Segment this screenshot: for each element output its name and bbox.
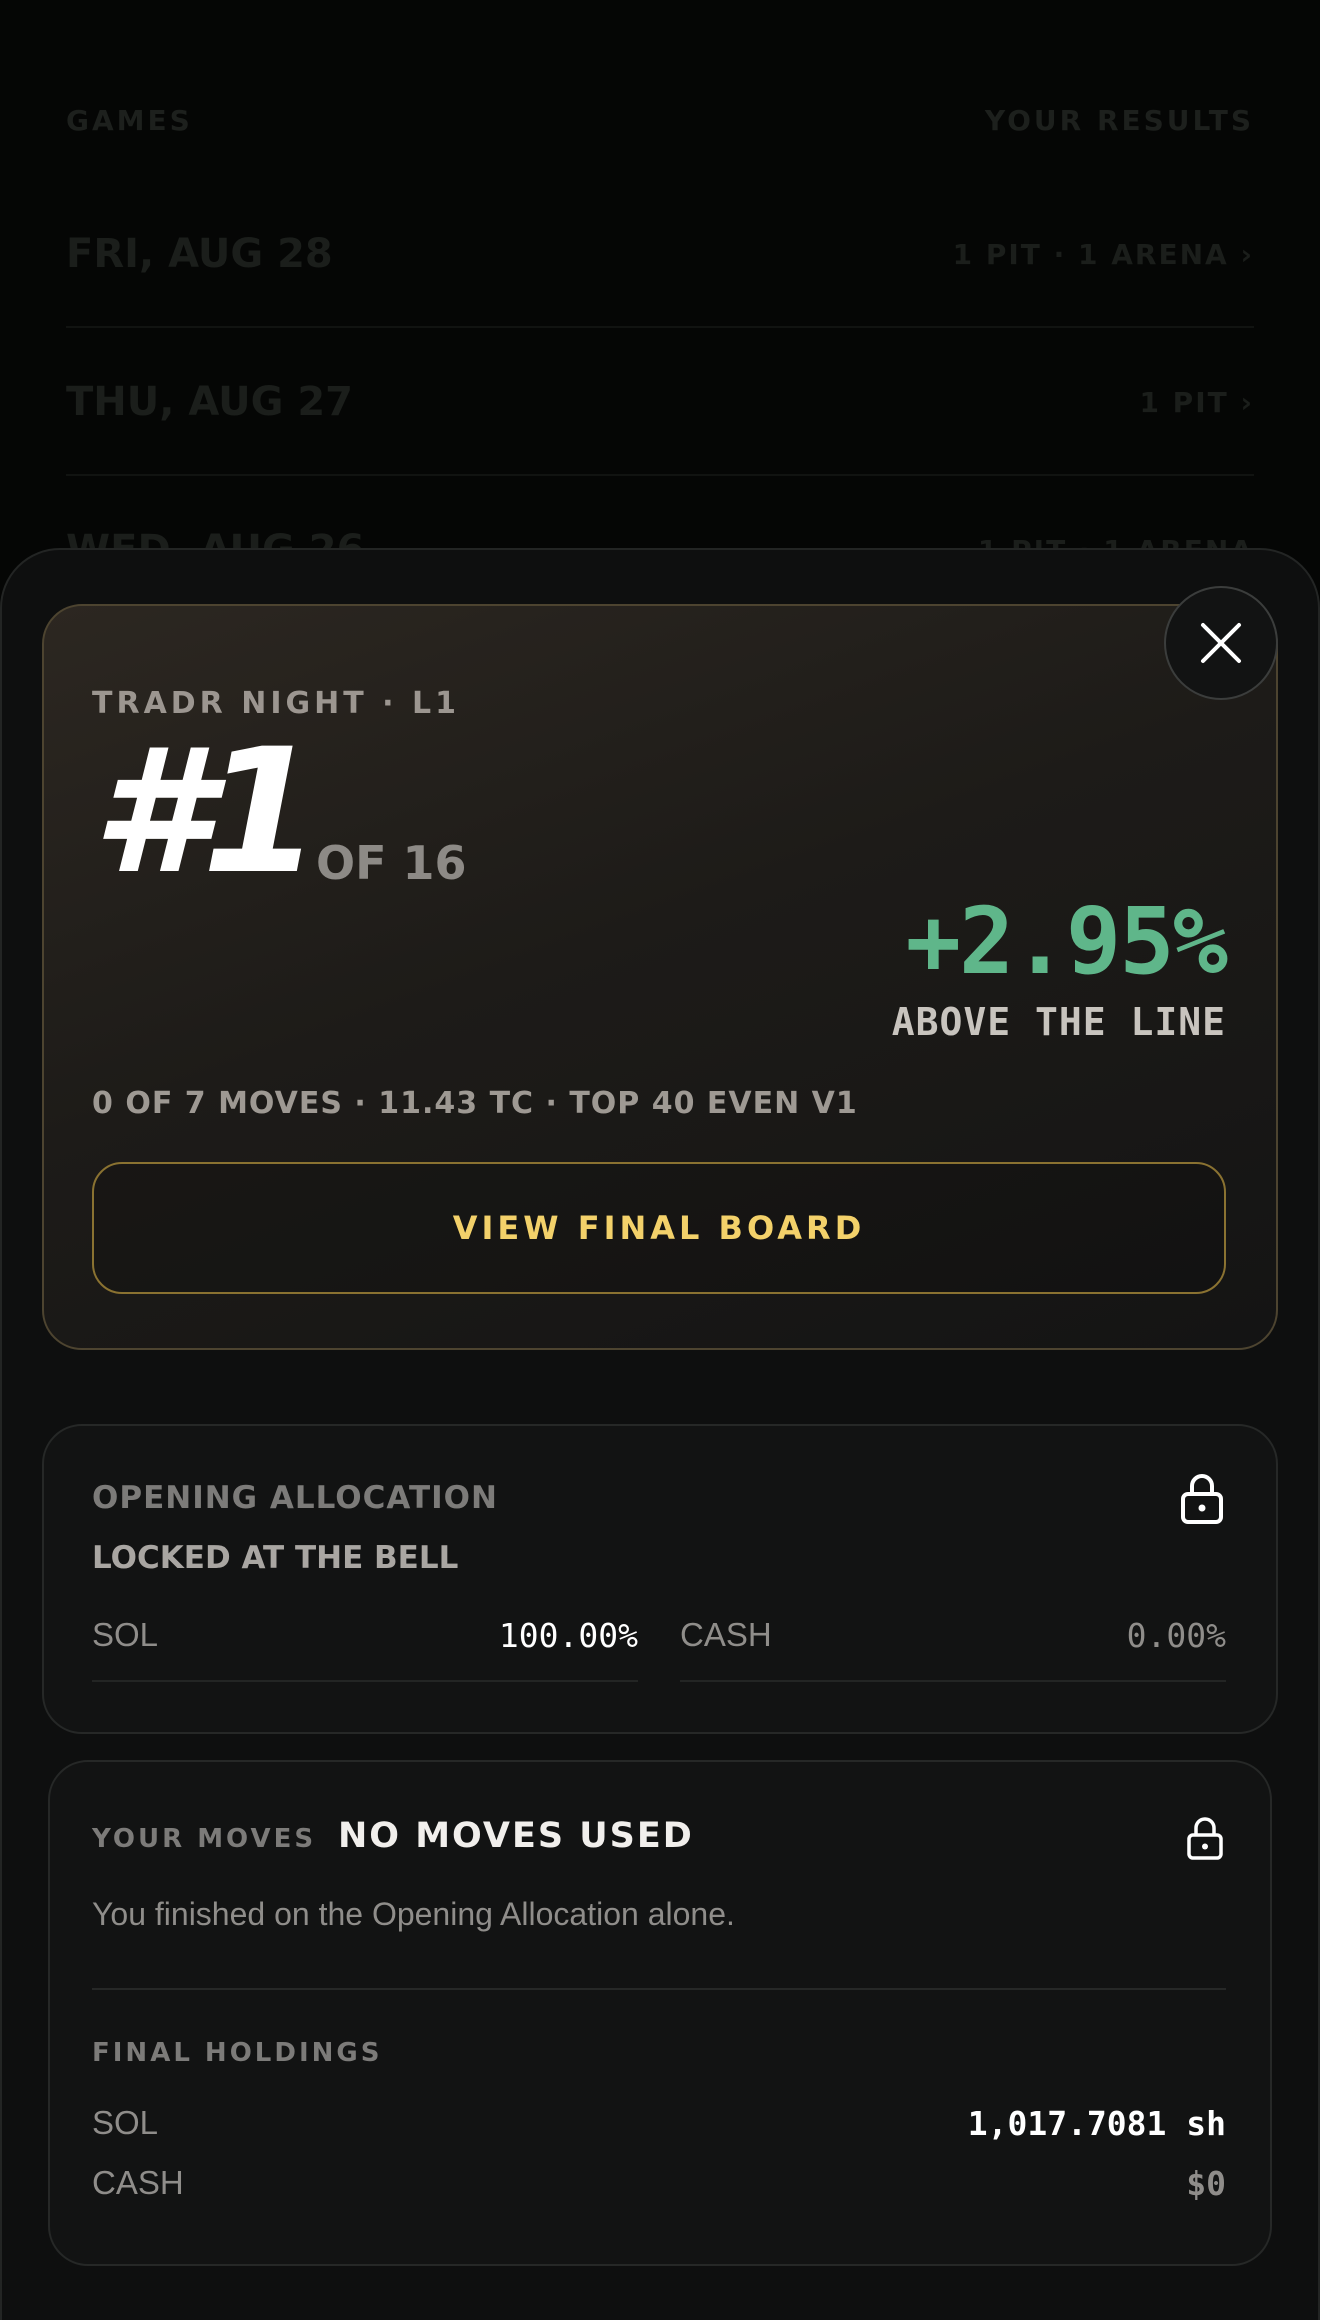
- percent-result: +2.95%: [905, 888, 1228, 995]
- allocation-item-sol: SOL 100.00%: [92, 1616, 638, 1682]
- games-list-header: GAMES YOUR RESULTS: [66, 104, 1254, 137]
- holding-label: CASH: [92, 2164, 184, 2201]
- allocation-title: OPENING ALLOCATION: [92, 1480, 498, 1516]
- holding-value: 1,017.7081 sh: [967, 2104, 1226, 2143]
- rank-total: OF 16: [316, 836, 467, 890]
- game-date: FRI, AUG 28: [66, 231, 333, 277]
- allocation-value: 100.00%: [498, 1616, 638, 1655]
- final-holdings-title: FINAL HOLDINGS: [92, 2038, 383, 2068]
- holding-row-sol: SOL 1,017.7081 sh: [92, 2104, 1226, 2143]
- view-final-board-button[interactable]: VIEW FINAL BOARD: [92, 1162, 1226, 1294]
- allocation-subtitle: LOCKED AT THE BELL: [92, 1540, 459, 1576]
- game-date: THU, AUG 27: [66, 379, 353, 425]
- your-moves-label: YOUR MOVES: [92, 1824, 317, 1854]
- moves-description: You finished on the Opening Allocation a…: [92, 1896, 735, 1932]
- game-meta: 1 PIT ›: [1139, 385, 1254, 419]
- lock-icon: [1187, 1817, 1223, 1860]
- your-results-heading: YOUR RESULTS: [984, 104, 1254, 137]
- percent-caption: ABOVE THE LINE: [891, 1000, 1226, 1044]
- games-heading: GAMES: [66, 104, 193, 137]
- allocation-label: SOL: [92, 1616, 159, 1653]
- divider: [92, 1988, 1226, 1990]
- result-summary: 0 OF 7 MOVES · 11.43 TC · TOP 40 EVEN V1: [92, 1086, 858, 1121]
- allocation-item-cash: CASH 0.00%: [680, 1616, 1226, 1682]
- close-icon: [1201, 623, 1241, 663]
- opening-allocation-card: [42, 1424, 1278, 1734]
- holding-row-cash: CASH $0: [92, 2164, 1226, 2203]
- game-row[interactable]: THU, AUG 27 1 PIT ›: [66, 330, 1254, 476]
- holding-value: $0: [1186, 2164, 1226, 2203]
- lock-icon: [1181, 1474, 1223, 1524]
- holding-label: SOL: [92, 2104, 159, 2141]
- allocation-value: 0.00%: [1126, 1616, 1226, 1655]
- game-meta: 1 PIT · 1 ARENA ›: [952, 237, 1254, 271]
- close-button[interactable]: [1164, 586, 1278, 700]
- rank-number: #1: [92, 711, 321, 912]
- allocation-label: CASH: [680, 1616, 772, 1653]
- view-final-board-label: VIEW FINAL BOARD: [452, 1209, 866, 1247]
- game-row[interactable]: FRI, AUG 28 1 PIT · 1 ARENA ›: [66, 182, 1254, 328]
- moves-status: NO MOVES USED: [338, 1816, 694, 1856]
